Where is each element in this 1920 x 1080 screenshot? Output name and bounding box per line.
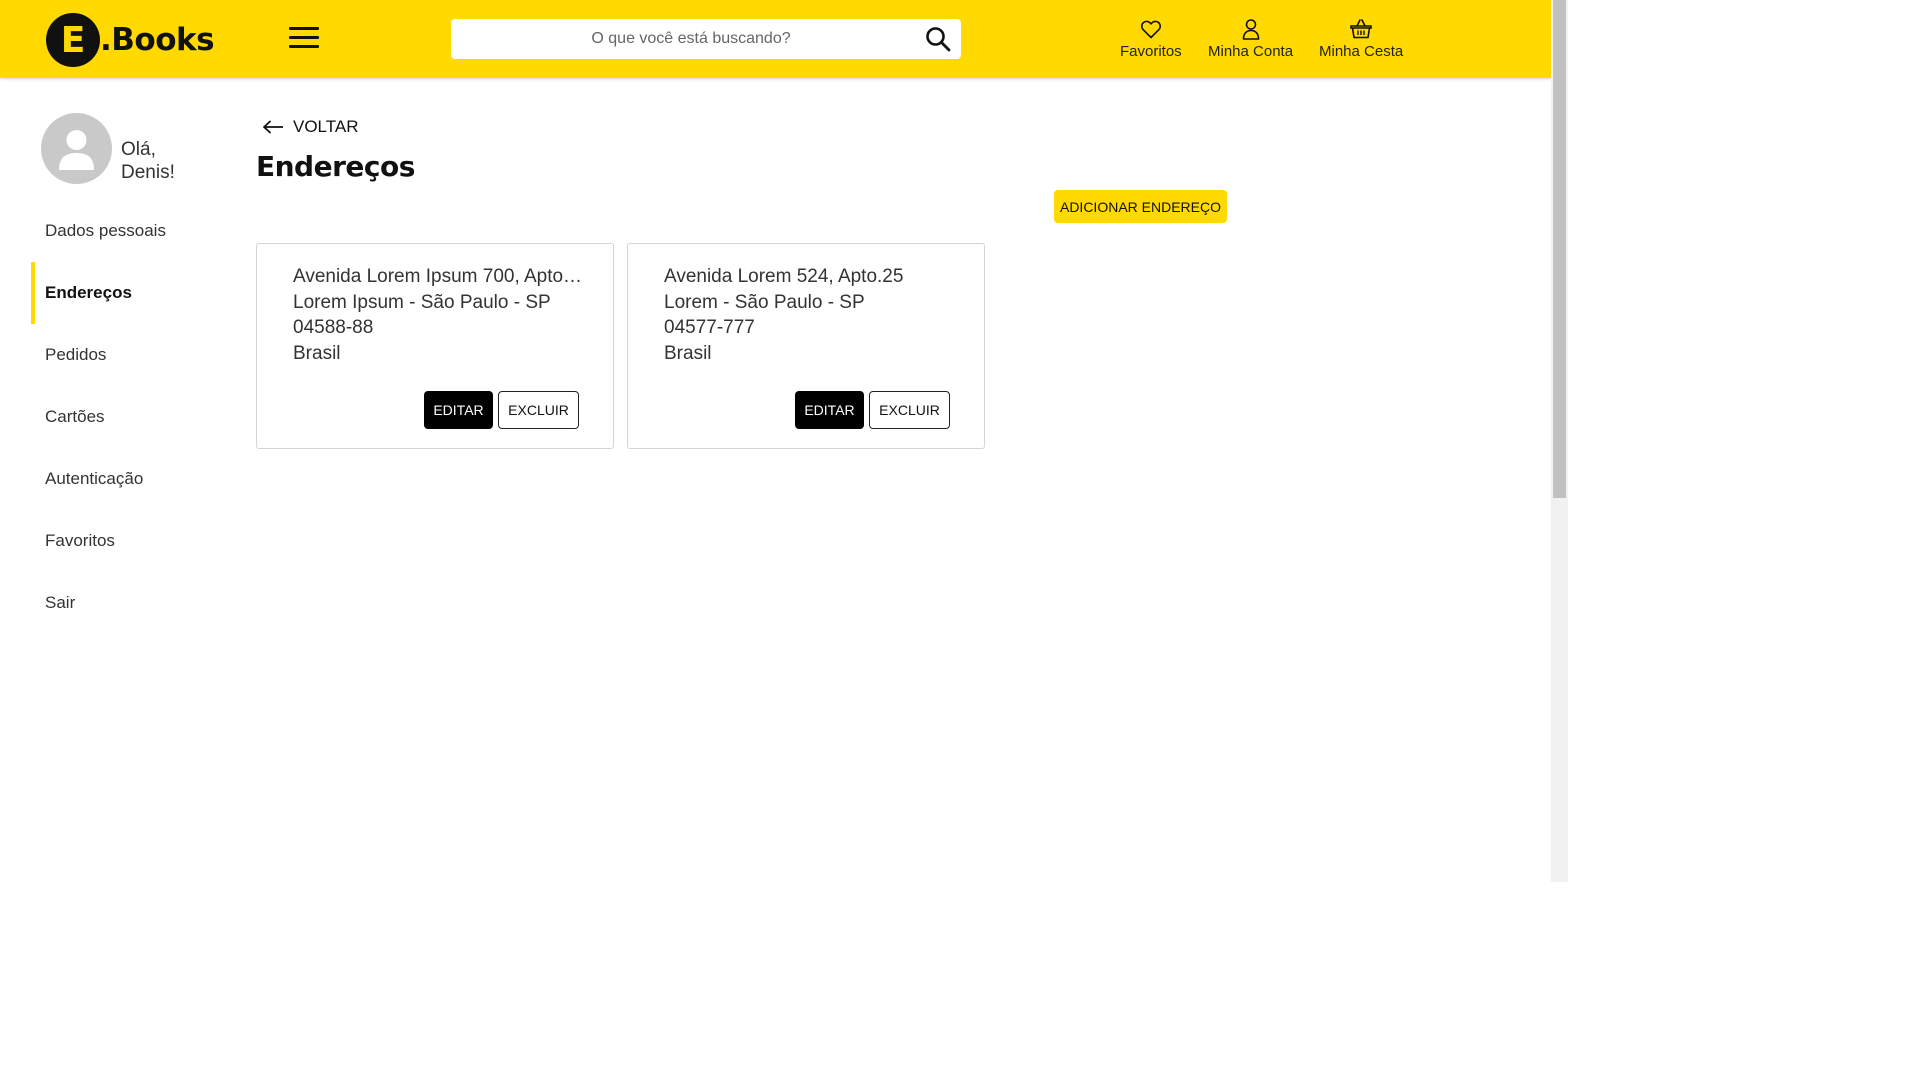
edit-address-button[interactable]: EDITAR: [795, 391, 864, 429]
ebooks-logo[interactable]: E .Books: [46, 13, 215, 67]
sidebar-item-cartoes[interactable]: Cartões: [45, 407, 105, 427]
greeting-hello: Olá,: [121, 139, 156, 160]
user-icon: [1242, 19, 1259, 40]
delete-address-button[interactable]: EXCLUIR: [498, 391, 579, 429]
account-link[interactable]: Minha Conta: [1208, 17, 1293, 60]
sidebar-item-dados-pessoais[interactable]: Dados pessoais: [45, 221, 166, 241]
address-country: Brasil: [293, 342, 341, 364]
address-card: Avenida Lorem 524, Apto.25 Lorem - São P…: [627, 243, 985, 449]
account-label: Minha Conta: [1208, 43, 1294, 60]
sidebar-item-enderecos[interactable]: Endereços: [45, 283, 132, 303]
greeting: Olá, Denis!: [121, 138, 175, 184]
greeting-name: Denis!: [121, 162, 175, 183]
favorites-link[interactable]: Favoritos: [1120, 17, 1182, 60]
basket-link[interactable]: Minha Cesta: [1319, 17, 1403, 60]
top-header: E .Books Favoritos Minha Conta Minha: [0, 0, 1551, 78]
sidebar-item-favoritos[interactable]: Favoritos: [45, 531, 115, 551]
active-indicator: [31, 262, 35, 324]
logo-text: .Books: [100, 22, 215, 58]
address-zip: 04577-777: [664, 317, 755, 338]
scrollbar-thumb[interactable]: [1553, 0, 1566, 498]
hamburger-menu-icon[interactable]: [289, 27, 319, 53]
address-city: Lorem - São Paulo - SP: [664, 291, 865, 313]
edit-address-button[interactable]: EDITAR: [424, 391, 493, 429]
address-zip: 04588-88: [293, 317, 374, 338]
address-details: Avenida Lorem Ipsum 700, Apto.... Lorem …: [293, 264, 583, 366]
basket-icon: [1350, 19, 1372, 39]
address-city: Lorem Ipsum - São Paulo - SP: [293, 291, 551, 313]
page-title: Endereços: [256, 150, 415, 183]
address-street: Avenida Lorem 524, Apto.25: [664, 266, 904, 287]
back-link[interactable]: VOLTAR: [262, 117, 359, 137]
arrow-left-icon: [263, 120, 283, 134]
add-address-button[interactable]: ADICIONAR ENDEREÇO: [1054, 190, 1227, 223]
basket-label: Minha Cesta: [1319, 43, 1404, 60]
avatar: [41, 113, 112, 184]
search-bar: [451, 19, 961, 59]
back-label: VOLTAR: [293, 117, 359, 136]
page-scrollbar[interactable]: [1551, 0, 1568, 882]
sidebar-item-autenticacao[interactable]: Autenticação: [45, 469, 143, 489]
user-avatar-icon: [59, 130, 94, 170]
search-input[interactable]: [451, 19, 911, 59]
delete-address-button[interactable]: EXCLUIR: [869, 391, 950, 429]
search-icon[interactable]: [925, 26, 951, 52]
address-street: Avenida Lorem Ipsum 700, Apto....: [293, 266, 583, 287]
address-country: Brasil: [664, 342, 712, 364]
sidebar-item-sair[interactable]: Sair: [45, 593, 75, 613]
heart-icon: [1140, 20, 1161, 39]
address-card: Avenida Lorem Ipsum 700, Apto.... Lorem …: [256, 243, 614, 449]
logo-circle: E: [46, 13, 100, 67]
sidebar-item-pedidos[interactable]: Pedidos: [45, 345, 106, 365]
address-details: Avenida Lorem 524, Apto.25 Lorem - São P…: [664, 264, 954, 366]
favorites-label: Favoritos: [1120, 43, 1182, 60]
